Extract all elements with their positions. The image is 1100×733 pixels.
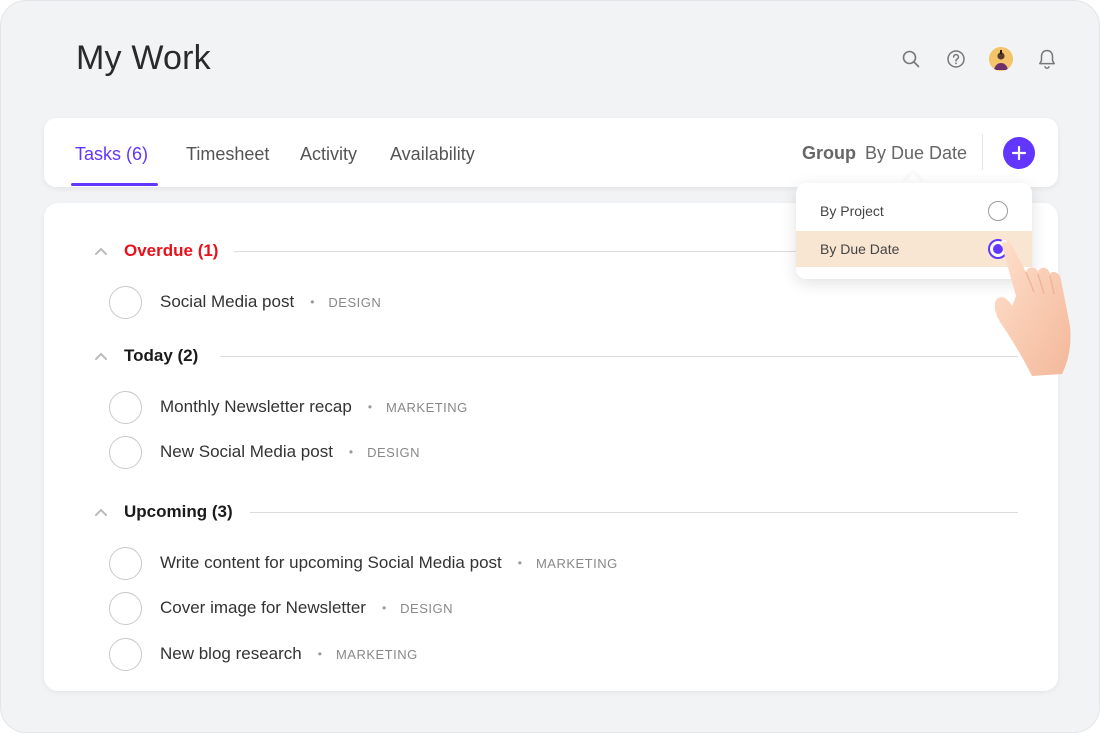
task-checkbox[interactable]: [109, 546, 142, 580]
divider: [250, 512, 1018, 513]
add-button[interactable]: [1003, 137, 1035, 169]
separator-dot: •: [367, 400, 373, 414]
tab-tasks[interactable]: Tasks (6): [75, 144, 148, 165]
task-name[interactable]: Cover image for Newsletter: [160, 598, 366, 618]
divider: [220, 356, 1018, 357]
task-row: Cover image for Newsletter • DESIGN: [109, 591, 453, 625]
group-label: Group: [802, 143, 856, 163]
option-by-project[interactable]: By Project: [796, 193, 1032, 229]
tab-timesheet[interactable]: Timesheet: [186, 144, 269, 165]
separator-dot: •: [317, 647, 322, 661]
task-row: New Social Media post • DESIGN: [109, 435, 420, 469]
task-row: New blog research • MARKETING: [109, 637, 418, 671]
radio-button[interactable]: [988, 201, 1008, 221]
task-row: Monthly Newsletter recap • MARKETING: [109, 390, 468, 424]
active-tab-indicator: [71, 183, 158, 186]
section-title: Upcoming (3): [124, 502, 233, 521]
task-name[interactable]: New blog research: [160, 644, 302, 664]
task-tag: DESIGN: [328, 294, 382, 310]
task-name[interactable]: Monthly Newsletter recap: [160, 397, 352, 417]
task-tag: DESIGN: [367, 444, 420, 460]
task-name[interactable]: Write content for upcoming Social Media …: [160, 553, 502, 573]
search-icon[interactable]: [899, 47, 923, 71]
option-label: By Project: [820, 203, 884, 219]
plus-icon: [1011, 145, 1027, 161]
avatar[interactable]: [989, 47, 1013, 71]
task-checkbox[interactable]: [109, 390, 142, 424]
divider: [234, 251, 799, 252]
section-header-today[interactable]: Today (2): [94, 346, 198, 366]
section-header-overdue[interactable]: Overdue (1): [94, 241, 218, 261]
task-name[interactable]: New Social Media post: [160, 442, 333, 462]
group-select[interactable]: By Due Date: [865, 143, 967, 164]
section-title: Overdue (1): [124, 241, 219, 260]
task-tag: MARKETING: [335, 646, 418, 662]
task-checkbox[interactable]: [109, 285, 142, 319]
tab-availability[interactable]: Availability: [390, 144, 475, 165]
page-title: My Work: [76, 39, 211, 77]
task-row: Social Media post • DESIGN: [109, 285, 381, 319]
chevron-up-icon: [95, 247, 107, 255]
separator-dot: •: [381, 601, 387, 615]
tab-bar: Tasks (6) Timesheet Activity Availabilit…: [44, 118, 1058, 187]
tab-activity[interactable]: Activity: [300, 144, 357, 165]
task-tag: MARKETING: [386, 399, 468, 415]
pointing-hand-icon: [994, 239, 1071, 376]
task-tag: MARKETING: [535, 555, 618, 571]
task-name[interactable]: Social Media post: [160, 292, 294, 312]
bell-icon[interactable]: [1035, 47, 1059, 71]
separator-dot: •: [517, 556, 522, 570]
separator-dot: •: [310, 295, 315, 309]
task-checkbox[interactable]: [109, 591, 142, 625]
section-title: Today (2): [124, 346, 199, 365]
separator-dot: •: [348, 445, 354, 459]
task-checkbox[interactable]: [109, 637, 142, 671]
task-checkbox[interactable]: [109, 435, 142, 469]
chevron-up-icon: [95, 352, 107, 360]
chevron-up-icon: [95, 508, 107, 516]
task-tag: DESIGN: [400, 600, 454, 616]
help-icon[interactable]: [944, 47, 968, 71]
task-row: Write content for upcoming Social Media …: [109, 546, 618, 580]
option-label: By Due Date: [820, 241, 900, 257]
section-header-upcoming[interactable]: Upcoming (3): [94, 502, 233, 522]
divider: [982, 134, 983, 170]
